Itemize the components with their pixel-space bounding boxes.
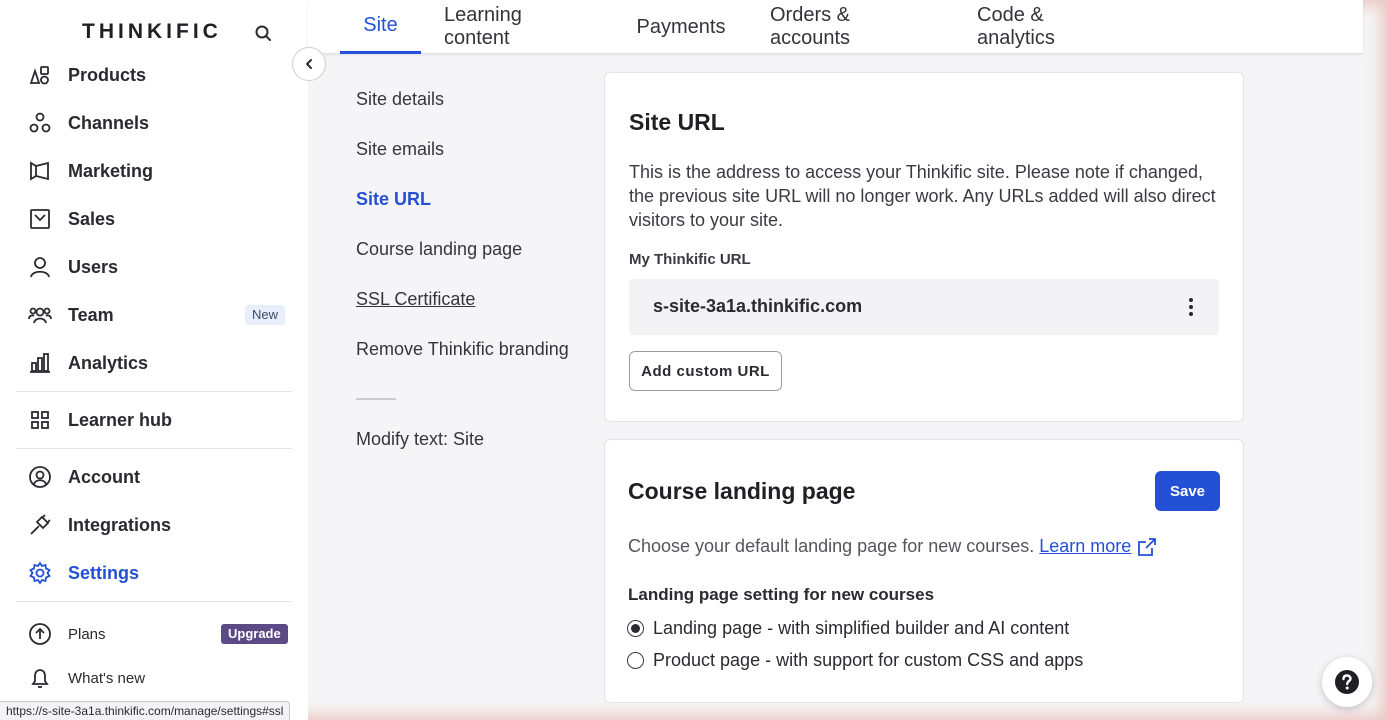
- sidebar-item-label: Products: [68, 64, 147, 85]
- external-link-icon[interactable]: [1137, 537, 1157, 557]
- radio-label: Product page - with support for custom C…: [653, 650, 1084, 670]
- sidebar-item-label: Account: [68, 466, 140, 487]
- sidebar-item-label: Analytics: [68, 352, 149, 373]
- sidebar-item-plans[interactable]: Plans Upgrade: [16, 614, 292, 654]
- bar-chart-icon: [30, 353, 50, 373]
- search-icon[interactable]: [254, 24, 274, 44]
- thinkific-logo[interactable]: THINKIFIC: [82, 20, 222, 44]
- sidebar-item-learner-hub[interactable]: Learner hub: [16, 400, 292, 440]
- sidebar-item-label: Plans: [68, 625, 106, 643]
- add-custom-url-button[interactable]: Add custom URL: [629, 351, 782, 391]
- description-text: Choose your default landing page for new…: [628, 536, 1035, 556]
- account-icon: [29, 466, 51, 488]
- sidebar-divider: [16, 391, 292, 392]
- settings-tabs: Site Learning content Payments Orders & …: [308, 0, 1363, 54]
- arrow-up-circle-icon: [29, 623, 51, 645]
- learn-more-link[interactable]: Learn more: [1039, 536, 1131, 557]
- subnav-remove-branding[interactable]: Remove Thinkific branding: [356, 339, 569, 360]
- sidebar-item-label: What's new: [68, 669, 146, 687]
- subnav-divider: [356, 398, 396, 400]
- user-icon: [30, 257, 50, 278]
- tab-payments[interactable]: Payments: [637, 0, 726, 54]
- subnav-modify-text[interactable]: Modify text: Site: [356, 429, 484, 450]
- gear-icon: [29, 561, 51, 585]
- sidebar-item-analytics[interactable]: Analytics: [16, 343, 292, 383]
- help-button[interactable]: [1322, 657, 1372, 707]
- sidebar-item-label: Marketing: [68, 160, 154, 181]
- chevron-left-icon: [306, 59, 312, 69]
- grid-icon: [31, 411, 49, 429]
- my-url-label: My Thinkific URL: [629, 251, 751, 268]
- tab-learning-content[interactable]: Learning content: [444, 0, 592, 54]
- plug-icon: [30, 514, 51, 535]
- channels-icon: [29, 112, 51, 133]
- megaphone-icon: [30, 161, 49, 181]
- url-value: s-site-3a1a.thinkific.com: [653, 296, 863, 316]
- radio-label: Landing page - with simplified builder a…: [653, 618, 1070, 638]
- radio-landing-page[interactable]: Landing page - with simplified builder a…: [627, 618, 1069, 639]
- subnav-site-details[interactable]: Site details: [356, 89, 444, 110]
- upgrade-badge[interactable]: Upgrade: [221, 624, 288, 644]
- landing-setting-label: Landing page setting for new courses: [628, 585, 935, 604]
- sidebar-item-marketing[interactable]: Marketing: [16, 151, 292, 191]
- sidebar-item-whats-new[interactable]: What's new: [16, 658, 292, 698]
- radio-button-checked[interactable]: [627, 620, 644, 637]
- tab-site[interactable]: Site: [340, 0, 421, 54]
- course-landing-description: Choose your default landing page for new…: [628, 536, 1157, 557]
- tab-code-analytics[interactable]: Code & analytics: [977, 0, 1124, 54]
- radio-button[interactable]: [627, 652, 644, 669]
- radio-product-page[interactable]: Product page - with support for custom C…: [627, 650, 1083, 671]
- sidebar-item-label: Learner hub: [68, 409, 173, 430]
- sidebar: THINKIFIC Products Channels Marketing Sa…: [0, 0, 308, 720]
- sidebar-divider: [16, 601, 292, 602]
- app-window: THINKIFIC Products Channels Marketing Sa…: [0, 0, 1387, 720]
- bell-icon: [31, 669, 49, 688]
- course-landing-card: Course landing page Save Choose your def…: [604, 439, 1244, 703]
- url-field: s-site-3a1a.thinkific.com: [629, 279, 1219, 335]
- sidebar-item-label: Users: [68, 256, 119, 277]
- status-bar-url: https://s-site-3a1a.thinkific.com/manage…: [0, 701, 291, 720]
- question-icon: [1335, 670, 1359, 694]
- sidebar-item-label: Settings: [68, 562, 140, 583]
- sidebar-item-sales[interactable]: Sales: [16, 199, 292, 239]
- subnav-course-landing-page[interactable]: Course landing page: [356, 239, 522, 260]
- sidebar-divider: [16, 448, 292, 449]
- subnav-ssl-certificate[interactable]: SSL Certificate: [356, 289, 475, 310]
- new-badge: New: [245, 305, 286, 325]
- sidebar-item-channels[interactable]: Channels: [16, 103, 292, 143]
- team-icon: [28, 307, 52, 324]
- inbox-icon: [30, 209, 50, 229]
- tab-orders-accounts[interactable]: Orders & accounts: [770, 0, 932, 54]
- sidebar-item-products[interactable]: Products: [16, 55, 292, 95]
- sidebar-item-label: Sales: [68, 208, 116, 229]
- subnav-site-emails[interactable]: Site emails: [356, 139, 444, 160]
- save-button[interactable]: Save: [1155, 471, 1220, 511]
- sidebar-item-label: Team: [68, 304, 114, 325]
- course-landing-title: Course landing page: [628, 478, 856, 504]
- sidebar-item-integrations[interactable]: Integrations: [16, 505, 292, 545]
- site-url-description: This is the address to access your Think…: [629, 162, 1216, 230]
- subnav-site-url[interactable]: Site URL: [356, 189, 431, 210]
- sidebar-item-settings[interactable]: Settings: [16, 553, 292, 593]
- products-icon: [29, 66, 49, 85]
- more-options-icon[interactable]: [1181, 295, 1201, 319]
- sidebar-item-label: Channels: [68, 112, 150, 133]
- sidebar-item-team[interactable]: Team New: [16, 295, 292, 335]
- collapse-sidebar-button[interactable]: [292, 47, 326, 81]
- sidebar-item-account[interactable]: Account: [16, 457, 292, 497]
- sidebar-item-users[interactable]: Users: [16, 247, 292, 287]
- site-url-title: Site URL: [629, 109, 725, 135]
- site-url-card: Site URL This is the address to access y…: [604, 72, 1244, 422]
- sidebar-item-label: Integrations: [68, 514, 172, 535]
